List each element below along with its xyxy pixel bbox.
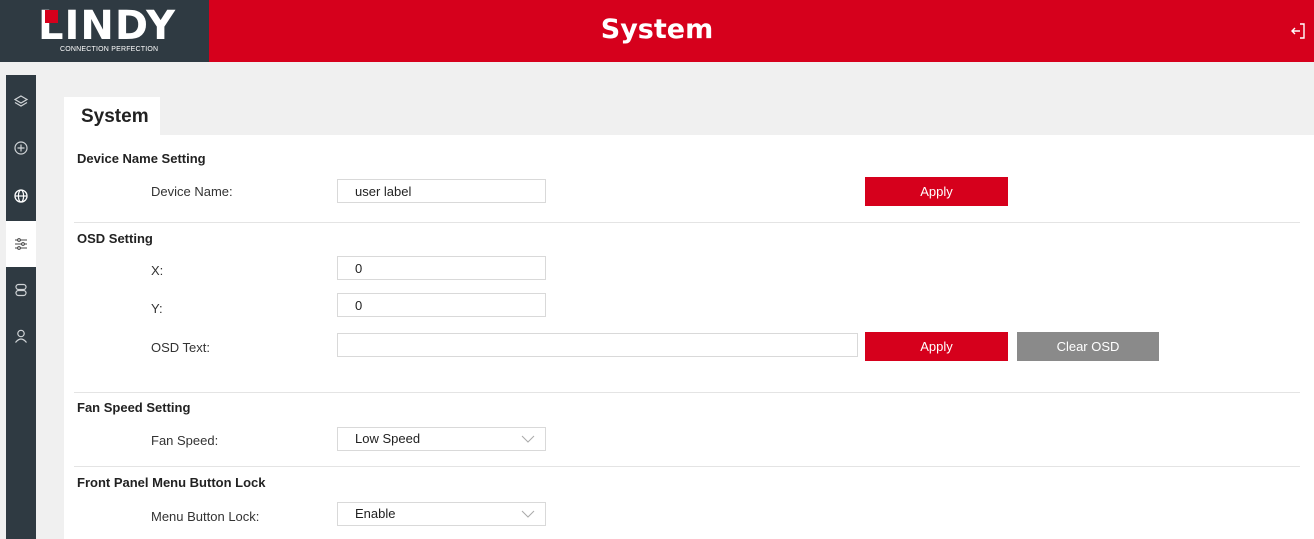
chevron-down-icon xyxy=(521,510,535,518)
osd-section-title: OSD Setting xyxy=(77,231,153,246)
osd-y-label: Y: xyxy=(151,301,163,316)
tab-system-label: System xyxy=(81,106,149,127)
tab-strip: System xyxy=(64,97,1314,135)
sidebar-item-network[interactable] xyxy=(6,173,36,219)
sidebar-item-move[interactable] xyxy=(6,125,36,171)
sidebar-item-devices[interactable] xyxy=(6,267,36,313)
fan-speed-label: Fan Speed: xyxy=(151,433,219,448)
divider xyxy=(74,392,1300,393)
sliders-icon xyxy=(15,238,27,250)
device-name-input[interactable] xyxy=(337,179,546,203)
osd-apply-button[interactable]: Apply xyxy=(865,332,1008,361)
osd-text-label: OSD Text: xyxy=(151,340,211,355)
device-name-apply-button[interactable]: Apply xyxy=(865,177,1008,206)
front-panel-lock-section-title: Front Panel Menu Button Lock xyxy=(77,475,266,490)
sidebar-item-system[interactable] xyxy=(6,221,36,267)
divider xyxy=(74,222,1300,223)
menu-button-lock-label: Menu Button Lock: xyxy=(151,509,260,524)
server-icon xyxy=(15,283,27,297)
chevron-down-icon xyxy=(521,435,535,443)
logo-tagline: CONNECTION PERFECTION xyxy=(60,46,159,53)
divider xyxy=(74,466,1300,467)
globe-icon xyxy=(14,189,28,203)
osd-text-input[interactable] xyxy=(337,333,858,357)
fan-speed-section-title: Fan Speed Setting xyxy=(77,400,191,415)
tab-system[interactable]: System xyxy=(64,97,160,135)
osd-x-input[interactable] xyxy=(337,256,546,280)
layers-icon xyxy=(13,95,29,107)
sidebar-item-layers[interactable] xyxy=(6,79,36,125)
sidebar xyxy=(6,75,36,539)
sidebar-item-user[interactable] xyxy=(6,313,36,359)
device-name-label: Device Name: xyxy=(151,184,233,199)
osd-y-input[interactable] xyxy=(337,293,546,317)
move-icon xyxy=(14,141,28,155)
menu-button-lock-select[interactable]: Enable xyxy=(337,502,546,526)
top-bar: LINDY CONNECTION PERFECTION System xyxy=(0,0,1314,62)
clear-osd-button[interactable]: Clear OSD xyxy=(1017,332,1159,361)
fan-speed-value: Low Speed xyxy=(355,431,421,446)
menu-button-lock-value: Enable xyxy=(355,506,396,521)
osd-x-label: X: xyxy=(151,263,164,278)
page-title: System xyxy=(600,14,714,45)
fan-speed-select[interactable]: Low Speed xyxy=(337,427,546,451)
logout-icon[interactable] xyxy=(1290,22,1306,40)
system-panel: System Device Name Setting Device Name: … xyxy=(64,97,1314,539)
user-icon xyxy=(15,329,27,343)
device-name-section-title: Device Name Setting xyxy=(77,151,206,166)
